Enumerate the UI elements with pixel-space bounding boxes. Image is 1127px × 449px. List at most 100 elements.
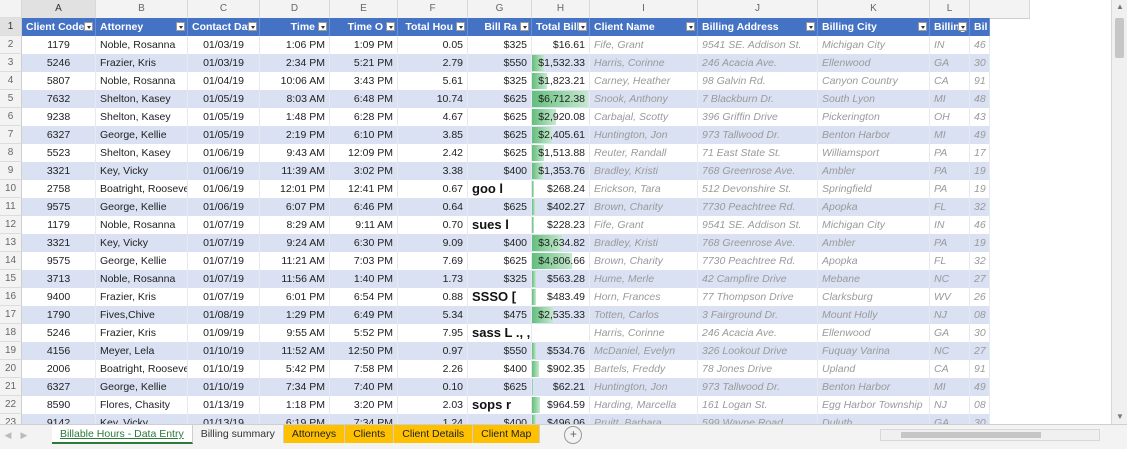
cell-time-in[interactable]: 1:48 PM (260, 108, 330, 126)
cell-city[interactable]: Egg Harbor Township (818, 396, 930, 414)
header-cell[interactable]: Attorney (96, 18, 188, 36)
cell-time-in[interactable]: 2:34 PM (260, 54, 330, 72)
column-letter[interactable]: B (96, 0, 188, 18)
cell-extra[interactable]: 08 (970, 396, 990, 414)
scroll-thumb[interactable] (1115, 18, 1124, 58)
cell-attorney[interactable]: George, Kellie (96, 378, 188, 396)
cell-code[interactable]: 2006 (22, 360, 96, 378)
cell-time-in[interactable]: 11:21 AM (260, 252, 330, 270)
cell-attorney[interactable]: Key, Vicky (96, 162, 188, 180)
cell-date[interactable]: 01/06/19 (188, 162, 260, 180)
cell-rate[interactable]: goo l (468, 180, 532, 198)
cell-code[interactable]: 9142 (22, 414, 96, 424)
cell-time-in[interactable]: 12:01 PM (260, 180, 330, 198)
row-number[interactable]: 11 (0, 198, 22, 216)
cell-attorney[interactable]: Boatright, Roosevelt (96, 360, 188, 378)
table-row[interactable]: 17 1790 Fives,Chive 01/08/19 1:29 PM 6:49 PM 5… (0, 306, 990, 324)
cell-addr[interactable]: 973 Tallwood Dr. (698, 378, 818, 396)
header-cell[interactable]: Time O (330, 18, 398, 36)
cell-date[interactable]: 01/05/19 (188, 108, 260, 126)
scroll-down-icon[interactable]: ▼ (1112, 410, 1127, 424)
cell-time-in[interactable]: 8:03 AM (260, 90, 330, 108)
cell-code[interactable]: 6327 (22, 378, 96, 396)
cell-total[interactable]: $6,712.38 (532, 90, 590, 108)
cell-attorney[interactable]: Shelton, Kasey (96, 90, 188, 108)
cell-date[interactable]: 01/05/19 (188, 126, 260, 144)
column-letter[interactable]: G (468, 0, 532, 18)
cell-state[interactable]: PA (930, 144, 970, 162)
cell-client[interactable]: Carbajal, Scotty (590, 108, 698, 126)
cell-addr[interactable]: 9541 SE. Addison St. (698, 36, 818, 54)
cell-total[interactable]: $496.06 (532, 414, 590, 424)
cell-hours[interactable]: 0.88 (398, 288, 468, 306)
cell-state[interactable]: IN (930, 36, 970, 54)
cell-client[interactable]: Erickson, Tara (590, 180, 698, 198)
cell-total[interactable]: $483.49 (532, 288, 590, 306)
cell-client[interactable]: Horn, Frances (590, 288, 698, 306)
cell-addr[interactable]: 3 Fairground Dr. (698, 306, 818, 324)
cell-date[interactable]: 01/06/19 (188, 144, 260, 162)
cell-addr[interactable]: 599 Wayne Road (698, 414, 818, 424)
cell-client[interactable]: Fife, Grant (590, 216, 698, 234)
cell-date[interactable]: 01/13/19 (188, 396, 260, 414)
cell-state[interactable]: NC (930, 342, 970, 360)
row-number[interactable]: 20 (0, 360, 22, 378)
filter-dropdown-icon[interactable] (248, 22, 257, 31)
cell-hours[interactable]: 7.95 (398, 324, 468, 342)
cell-total[interactable]: $2,920.08 (532, 108, 590, 126)
cell-extra[interactable]: 19 (970, 234, 990, 252)
cell-time-out[interactable]: 1:40 PM (330, 270, 398, 288)
cell-time-out[interactable]: 1:09 PM (330, 36, 398, 54)
cell-client[interactable]: Fife, Grant (590, 36, 698, 54)
cell-code[interactable]: 1790 (22, 306, 96, 324)
cell-state[interactable]: PA (930, 234, 970, 252)
cell-extra[interactable]: 30 (970, 414, 990, 424)
cell-addr[interactable]: 7 Blackburn Dr. (698, 90, 818, 108)
cell-city[interactable]: Mount Holly (818, 306, 930, 324)
cell-rate[interactable]: $625 (468, 126, 532, 144)
row-number[interactable]: 14 (0, 252, 22, 270)
hscroll-thumb[interactable] (901, 432, 1041, 438)
cell-time-out[interactable]: 9:11 AM (330, 216, 398, 234)
cell-attorney[interactable]: Frazier, Kris (96, 288, 188, 306)
cell-addr[interactable]: 326 Lookout Drive (698, 342, 818, 360)
row-number[interactable]: 22 (0, 396, 22, 414)
cell-total[interactable]: $62.21 (532, 378, 590, 396)
table-row[interactable]: 21 6327 George, Kellie 01/10/19 7:34 PM 7:40 … (0, 378, 990, 396)
cell-state[interactable]: CA (930, 360, 970, 378)
cell-time-in[interactable]: 11:56 AM (260, 270, 330, 288)
cell-addr[interactable]: 9541 SE. Addison St. (698, 216, 818, 234)
filter-dropdown-icon[interactable] (686, 22, 695, 31)
horizontal-scrollbar[interactable] (880, 429, 1100, 441)
cell-time-in[interactable]: 9:43 AM (260, 144, 330, 162)
header-cell[interactable]: Time (260, 18, 330, 36)
cell-total[interactable]: $402.27 (532, 198, 590, 216)
cell-hours[interactable]: 5.61 (398, 72, 468, 90)
cell-time-out[interactable]: 3:43 PM (330, 72, 398, 90)
table-row[interactable]: 18 5246 Frazier, Kris 01/09/19 9:55 AM 5:52 P… (0, 324, 990, 342)
cell-extra[interactable]: 91 (970, 360, 990, 378)
cell-city[interactable]: Fuquay Varina (818, 342, 930, 360)
cell-addr[interactable]: 768 Greenrose Ave. (698, 162, 818, 180)
cell-attorney[interactable]: Fives,Chive (96, 306, 188, 324)
cell-total[interactable] (532, 324, 590, 342)
cell-addr[interactable]: 768 Greenrose Ave. (698, 234, 818, 252)
cell-total[interactable]: $228.23 (532, 216, 590, 234)
column-letter[interactable]: H (532, 0, 590, 18)
cell-hours[interactable]: 0.64 (398, 198, 468, 216)
table-row[interactable]: 20 2006 Boatright, Roosevelt 01/10/19 5:42 P… (0, 360, 990, 378)
row-number[interactable]: 15 (0, 270, 22, 288)
cell-time-in[interactable]: 5:42 PM (260, 360, 330, 378)
cell-hours[interactable]: 10.74 (398, 90, 468, 108)
cell-total[interactable]: $1,353.76 (532, 162, 590, 180)
cell-total[interactable]: $534.76 (532, 342, 590, 360)
filter-dropdown-icon[interactable] (456, 22, 465, 31)
cell-time-out[interactable]: 3:02 PM (330, 162, 398, 180)
cell-state[interactable]: GA (930, 414, 970, 424)
cell-time-in[interactable]: 10:06 AM (260, 72, 330, 90)
cell-hours[interactable]: 9.09 (398, 234, 468, 252)
table-row[interactable]: 13 3321 Key, Vicky 01/07/19 9:24 AM 6:30 PM 9.… (0, 234, 990, 252)
table-row[interactable]: 15 3713 Noble, Rosanna 01/07/19 11:56 AM 1:40… (0, 270, 990, 288)
sheet-tab-billable-hours-data-entry[interactable]: Billable Hours - Data Entry (52, 425, 193, 444)
cell-date[interactable]: 01/10/19 (188, 342, 260, 360)
